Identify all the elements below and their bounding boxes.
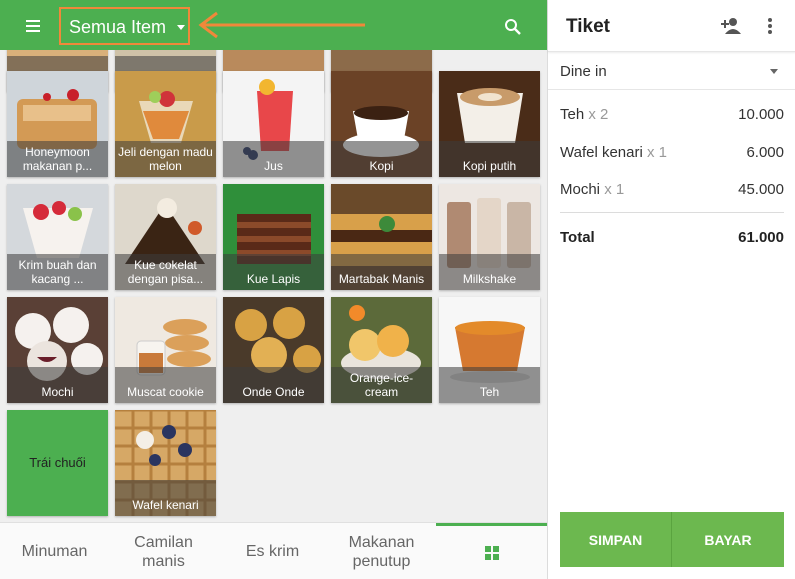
tab-minuman[interactable]: Minuman <box>0 523 109 579</box>
tab-grid-view[interactable] <box>436 523 547 579</box>
item-tile-kopi[interactable]: Kopi <box>331 71 432 177</box>
item-label: Honeymoon makanan p... <box>7 141 108 177</box>
line-item-price: 6.000 <box>746 144 784 161</box>
tab-label: Makanan penutup <box>348 533 415 570</box>
pay-button[interactable]: BAYAR <box>672 512 784 567</box>
item-label: Martabak Manis <box>331 254 432 290</box>
dining-option-dropdown[interactable]: Dine in <box>548 52 795 90</box>
line-item-name-group: Wafel kenari x 1 <box>560 144 667 161</box>
annotation-arrow-icon <box>198 11 365 39</box>
line-item-name: Wafel kenari <box>560 144 643 161</box>
tab-label: Minuman <box>21 543 88 560</box>
item-tile-kopi-putih[interactable]: Kopi putih <box>439 71 540 177</box>
ticket-line-item[interactable]: Mochi x 1 45.000 <box>560 181 784 201</box>
item-label: Jus <box>223 141 324 177</box>
line-item-name-group: Mochi x 1 <box>560 181 624 198</box>
item-tile-kue-cokelat[interactable]: Kue cokelat dengan pisa... <box>115 184 216 290</box>
item-tile-trai-chuoi[interactable]: Trái chuối <box>7 410 108 516</box>
item-label: Kopi <box>331 141 432 177</box>
more-vert-icon[interactable] <box>762 16 778 36</box>
category-tab-bar: Minuman Camilan manis Es krim Makanan pe… <box>0 522 547 579</box>
item-tile-kue-lapis[interactable]: Kue Lapis <box>223 184 324 290</box>
item-label: Kue cokelat dengan pisa... <box>115 254 216 290</box>
item-label: Milkshake <box>439 254 540 290</box>
line-item-name: Mochi <box>560 181 601 198</box>
item-tile-muscat-cookie[interactable]: Muscat cookie <box>115 297 216 403</box>
ticket-pane: Tiket Dine in Teh x 2 10.000 Wafel kenar… <box>547 0 795 579</box>
tab-label: Camilan manis <box>134 533 193 570</box>
item-tile-onde-onde[interactable]: Onde Onde <box>223 297 324 403</box>
tab-makanan-penutup[interactable]: Makanan penutup <box>327 523 436 579</box>
save-button[interactable]: SIMPAN <box>560 512 672 567</box>
item-label: Teh <box>439 367 540 403</box>
item-tile-martabak[interactable]: Martabak Manis <box>331 184 432 290</box>
item-label: Wafel kenari <box>115 480 216 516</box>
grid-view-icon <box>484 546 499 560</box>
item-label: Onde Onde <box>223 367 324 403</box>
item-label: Kopi putih <box>439 141 540 177</box>
ticket-title: Tiket <box>566 16 611 37</box>
category-dropdown[interactable]: Semua Item <box>59 7 190 45</box>
item-label: Jeli dengan madu melon <box>115 141 216 177</box>
tab-camilan-manis[interactable]: Camilan manis <box>109 523 218 579</box>
line-item-qty: x 2 <box>588 106 609 123</box>
line-item-qty: x 1 <box>646 144 667 161</box>
ticket-total: Total 61.000 <box>560 229 784 249</box>
item-catalog-pane: dan Marzipan Rice Porridge Honeymoon mak… <box>0 0 547 579</box>
item-tile-jeli[interactable]: Jeli dengan madu melon <box>115 71 216 177</box>
search-icon[interactable] <box>500 14 526 40</box>
total-divider <box>560 212 784 213</box>
tab-es-krim[interactable]: Es krim <box>218 523 327 579</box>
item-tile-honeymoon[interactable]: Honeymoon makanan p... <box>7 71 108 177</box>
caret-down-icon <box>770 69 778 74</box>
line-item-name-group: Teh x 2 <box>560 106 608 123</box>
item-tile-krim-buah[interactable]: Krim buah dan kacang ... <box>7 184 108 290</box>
item-grid: dan Marzipan Rice Porridge Honeymoon mak… <box>0 0 547 520</box>
ticket-line-item[interactable]: Wafel kenari x 1 6.000 <box>560 144 784 164</box>
item-label: Kue Lapis <box>223 254 324 290</box>
ticket-line-item[interactable]: Teh x 2 10.000 <box>560 106 784 126</box>
item-tile-mochi[interactable]: Mochi <box>7 297 108 403</box>
item-label: Mochi <box>7 367 108 403</box>
line-item-qty: x 1 <box>604 181 625 198</box>
category-dropdown-label: Semua Item <box>69 17 167 37</box>
line-item-price: 45.000 <box>738 181 784 198</box>
item-tile-teh[interactable]: Teh <box>439 297 540 403</box>
item-tile-orange-ice-cream[interactable]: Orange-ice-cream <box>331 297 432 403</box>
item-label: Trái chuối <box>29 454 86 470</box>
item-label: Orange-ice-cream <box>331 367 432 403</box>
hamburger-menu-icon[interactable] <box>20 15 48 37</box>
line-item-name: Teh <box>560 106 585 123</box>
tab-label: Es krim <box>245 543 300 560</box>
ticket-header: Tiket <box>548 0 795 52</box>
total-value: 61.000 <box>738 229 784 246</box>
item-label: Muscat cookie <box>115 367 216 403</box>
total-label: Total <box>560 229 595 246</box>
ticket-actions: SIMPAN BAYAR <box>560 512 784 567</box>
caret-down-icon <box>177 25 185 30</box>
dining-option-label: Dine in <box>560 63 607 80</box>
item-label: Krim buah dan kacang ... <box>7 254 108 290</box>
top-bar: Semua Item <box>0 0 547 50</box>
add-person-icon[interactable] <box>720 16 742 36</box>
item-tile-milkshake[interactable]: Milkshake <box>439 184 540 290</box>
item-tile-jus[interactable]: Jus <box>223 71 324 177</box>
line-item-price: 10.000 <box>738 106 784 123</box>
item-tile-wafel-kenari[interactable]: Wafel kenari <box>115 410 216 516</box>
